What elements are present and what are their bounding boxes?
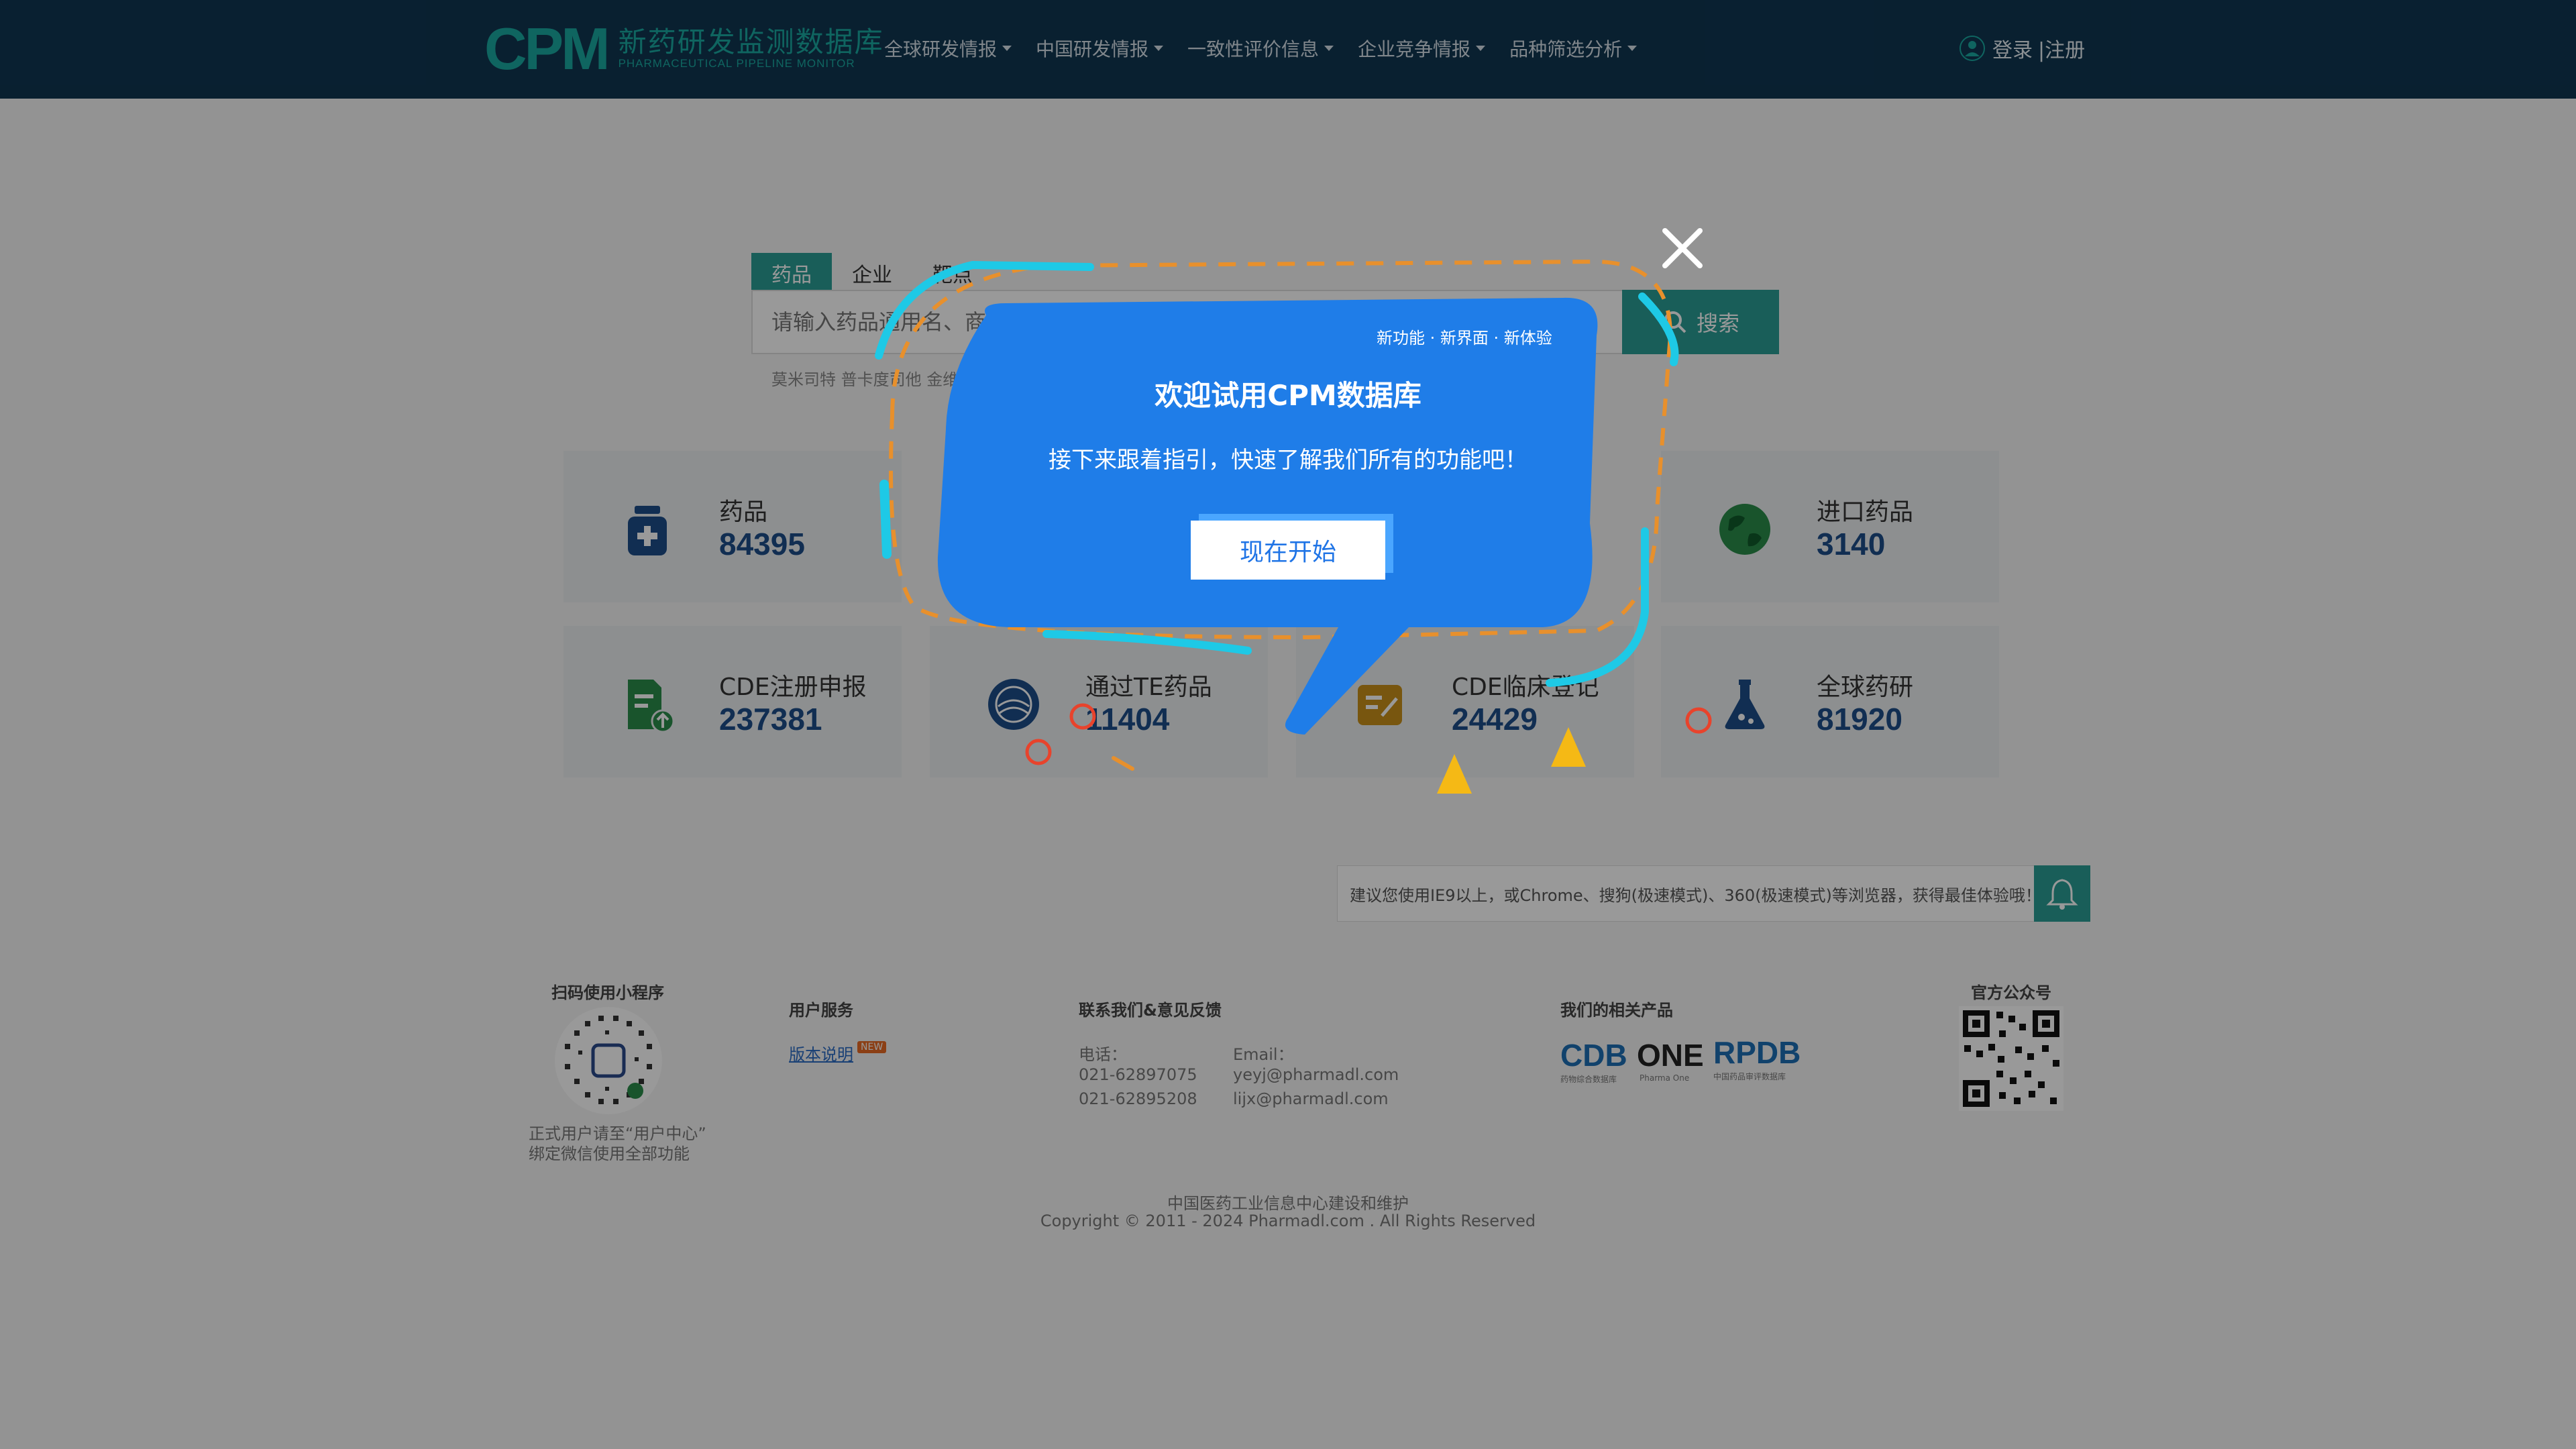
- yellow-triangle: [1437, 754, 1472, 794]
- red-circle: [1025, 739, 1052, 765]
- speech-bubble: [937, 297, 1598, 735]
- start-now-button[interactable]: 现在开始: [1191, 521, 1385, 580]
- cyan-stroke: [879, 480, 892, 559]
- red-circle: [1069, 703, 1096, 730]
- red-circle: [1685, 707, 1712, 734]
- guide-tagline: 新功能 · 新界面 · 新体验: [1377, 329, 1552, 347]
- guide-title: 欢迎试用CPM数据库: [1155, 379, 1421, 412]
- yellow-triangle: [1551, 727, 1586, 767]
- welcome-guide-graphic: [875, 259, 1712, 794]
- guide-subtitle: 接下来跟着指引，快速了解我们所有的功能吧！: [1049, 447, 1527, 474]
- orange-dash: [1112, 756, 1134, 771]
- close-icon[interactable]: [1656, 221, 1709, 275]
